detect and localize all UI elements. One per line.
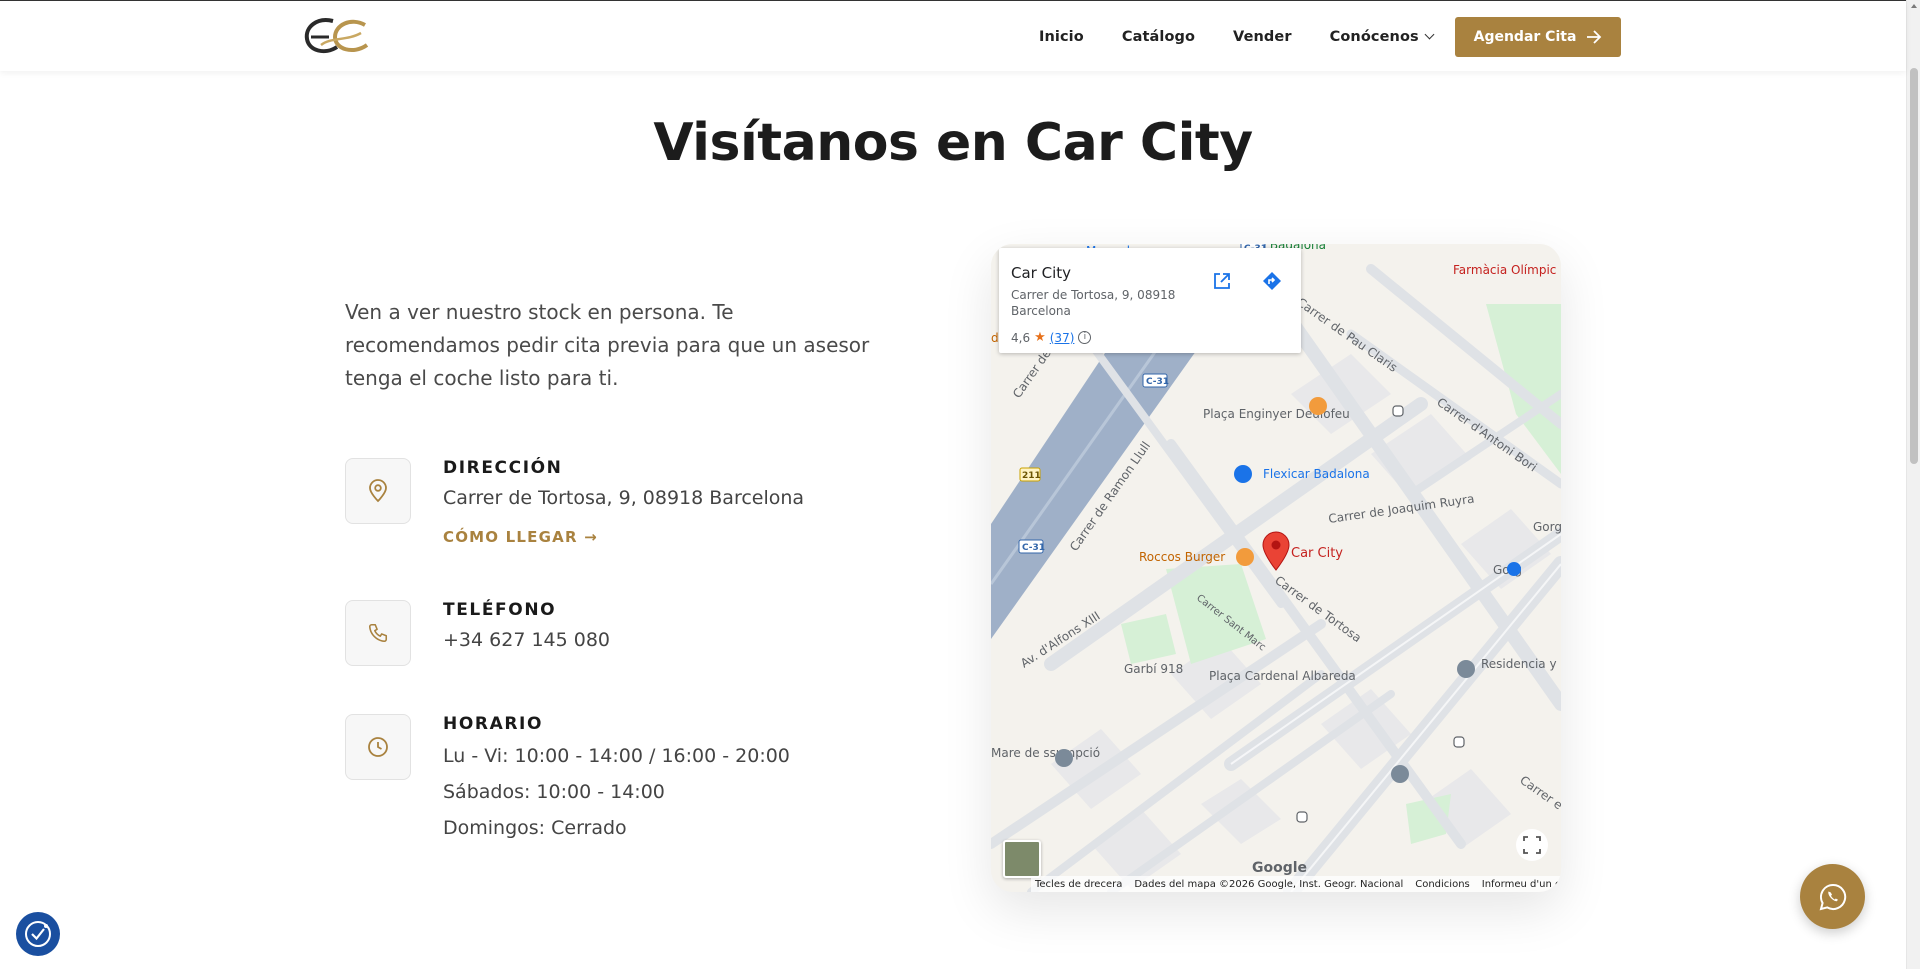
hours-weekdays: Lu - Vi: 10:00 - 14:00 / 16:00 - 20:00: [443, 745, 790, 767]
map-shortcuts-link[interactable]: Tecles de drecera: [1035, 879, 1122, 890]
whatsapp-icon: [1819, 883, 1846, 910]
bus-stop-icon[interactable]: [1392, 405, 1404, 417]
map-label-placa-enginyer: Plaça Enginyer Deulofeu: [1203, 407, 1350, 421]
nav-catalogo[interactable]: Catálogo: [1103, 29, 1214, 45]
phone-icon-box: [345, 600, 411, 666]
school-poi-icon[interactable]: [1391, 765, 1409, 783]
map-label-car-city: Car City: [1291, 546, 1343, 561]
map-shield-c31-a: C-31: [1146, 377, 1169, 387]
nav-inicio[interactable]: Inicio: [1020, 29, 1103, 45]
map-rating: 4,6 ★ (37) i: [1011, 330, 1092, 345]
map-label-gorg-1: Gorg: [1533, 520, 1561, 534]
como-llegar-link[interactable]: CÓMO LLEGAR →: [443, 528, 598, 546]
satellite-toggle-button[interactable]: [1003, 840, 1041, 878]
nav-conocenos[interactable]: Conócenos: [1311, 29, 1452, 45]
bus-stop-icon[interactable]: [1453, 736, 1465, 748]
map-terms-link[interactable]: Condicions: [1415, 879, 1470, 890]
map-rating-value: 4,6: [1011, 330, 1031, 345]
map-place-card: Car City Carrer de Tortosa, 9, 08918 Bar…: [999, 248, 1301, 353]
map-label-placa-cardenal: Plaça Cardenal Albareda: [1209, 669, 1356, 683]
nav-vender[interactable]: Vender: [1214, 29, 1311, 45]
hours-saturday: Sábados: 10:00 - 14:00: [443, 781, 665, 803]
nav-label: Inicio: [1039, 28, 1084, 45]
map-label-garbi: Garbí 918: [1124, 662, 1183, 676]
phone-label: TELÉFONO: [443, 600, 557, 620]
google-logo: Google: [1252, 860, 1308, 876]
section-intro: Ven a ver nuestro stock en persona. Te r…: [345, 300, 870, 390]
ec-logo-icon[interactable]: [303, 15, 371, 57]
site-header: Inicio Catálogo Vender Conócenos Agendar…: [0, 0, 1906, 71]
whatsapp-button[interactable]: [1800, 864, 1865, 929]
phone-icon: [368, 623, 388, 643]
address-value: Carrer de Tortosa, 9, 08918 Barcelona: [443, 487, 805, 509]
school-poi-icon[interactable]: [1055, 749, 1073, 767]
scrollbar-thumb[interactable]: [1910, 68, 1918, 464]
hours-sunday: Domingos: Cerrado: [443, 817, 627, 839]
phone-text: TELÉFONO +34 627 145 080: [443, 600, 923, 652]
page-scrollbar[interactable]: [1906, 0, 1920, 969]
clock-icon-box: [345, 714, 411, 780]
nav-label: Catálogo: [1121, 28, 1196, 45]
nav-label: Vender: [1233, 28, 1292, 45]
bus-stop-icon[interactable]: [1296, 811, 1308, 823]
map-attribution: Tecles de drecera Dades del mapa ©2026 G…: [1031, 876, 1561, 892]
restaurant-poi-icon[interactable]: [1236, 548, 1254, 566]
cafe-poi-icon[interactable]: [1309, 397, 1327, 415]
agendar-cita-button[interactable]: Agendar Cita: [1455, 17, 1621, 57]
accessibility-check-icon: [25, 921, 51, 947]
phone-value[interactable]: +34 627 145 080: [443, 628, 923, 652]
map-label-farmacia: Farmàcia Olímpic Badalona: [1453, 263, 1561, 277]
map-label-flexicar: Flexicar Badalona: [1263, 467, 1370, 481]
scroll-up-arrow-icon[interactable]: [1911, 4, 1917, 8]
transit-poi-icon[interactable]: [1507, 562, 1521, 576]
cta-label: Agendar Cita: [1473, 29, 1577, 45]
page: Inicio Catálogo Vender Conócenos Agendar…: [0, 0, 1920, 969]
main-nav: Inicio Catálogo Vender Conócenos: [1020, 1, 1452, 72]
map-shield-c31-b: C-31: [1022, 543, 1045, 553]
car-dealer-poi-icon[interactable]: [1234, 465, 1252, 483]
section-title: Visítanos en Car City: [653, 113, 1253, 173]
hours-label: HORARIO: [443, 714, 543, 734]
map-data-credit: Dades del mapa ©2026 Google, Inst. Geogr…: [1134, 878, 1404, 890]
map-label-mare-de: Mare de ssumpció: [991, 746, 1100, 760]
map-report-error-link[interactable]: Informeu d'un error al map: [1482, 879, 1561, 890]
map-place-name: Car City: [1011, 264, 1071, 282]
address-text: DIRECCIÓN Carrer de Tortosa, 9, 08918 Ba…: [443, 458, 923, 546]
info-icon[interactable]: i: [1078, 331, 1092, 344]
map-place-address: Carrer de Tortosa, 9, 08918 Barcelona: [1011, 288, 1176, 318]
map-reviews-link[interactable]: (37): [1050, 331, 1075, 345]
location-icon-box: [345, 458, 411, 524]
star-icon: ★: [1034, 330, 1046, 345]
arrow-right-icon: [1587, 30, 1602, 44]
chevron-down-icon: [1424, 29, 1435, 40]
map-shield-211: 211: [1022, 471, 1041, 481]
hours-text: HORARIO Lu - Vi: 10:00 - 14:00 / 16:00 -…: [443, 714, 923, 846]
clock-icon: [368, 737, 388, 757]
map-embed[interactable]: Mercadona de Badalona Farmàcia Olímpic B…: [991, 244, 1561, 892]
address-label: DIRECCIÓN: [443, 458, 563, 478]
location-pin-icon: [369, 479, 387, 503]
map-label-roccos: Roccos Burger: [1139, 550, 1225, 564]
directions-icon[interactable]: [1261, 270, 1283, 292]
cookie-consent-button[interactable]: [16, 912, 60, 956]
nav-label: Conócenos: [1329, 28, 1419, 45]
open-in-maps-icon[interactable]: [1211, 270, 1233, 292]
residence-poi-icon[interactable]: [1457, 660, 1475, 678]
fullscreen-icon[interactable]: [1515, 828, 1549, 862]
map-label-residencia: Residencia y día Colisée B: [1481, 657, 1561, 671]
